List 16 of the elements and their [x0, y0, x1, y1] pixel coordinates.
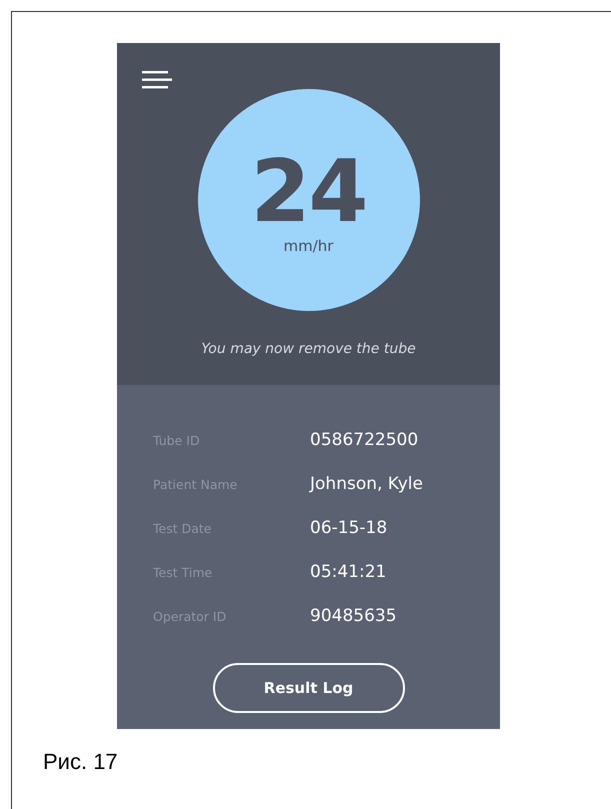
detail-value: 90485635 [310, 606, 398, 626]
figure-caption: Рис. 17 [43, 749, 119, 775]
detail-value: 05:41:21 [310, 562, 388, 582]
detail-value: 06-15-18 [310, 518, 388, 538]
detail-label: Test Date [153, 520, 212, 536]
result-log-button[interactable]: Result Log [212, 663, 404, 713]
detail-label: Patient Name [153, 476, 238, 492]
result-unit: mm/hr [284, 237, 334, 255]
status-message: You may now remove the tube [201, 341, 416, 357]
menu-icon [142, 70, 172, 90]
detail-label: Operator ID [153, 608, 228, 624]
result-value: 24 [250, 149, 366, 235]
detail-value: 0586722500 [310, 430, 420, 450]
detail-label: Test Time [153, 564, 214, 580]
detail-label: Tube ID [153, 432, 201, 448]
detail-value: Johnson, Kyle [310, 474, 424, 494]
